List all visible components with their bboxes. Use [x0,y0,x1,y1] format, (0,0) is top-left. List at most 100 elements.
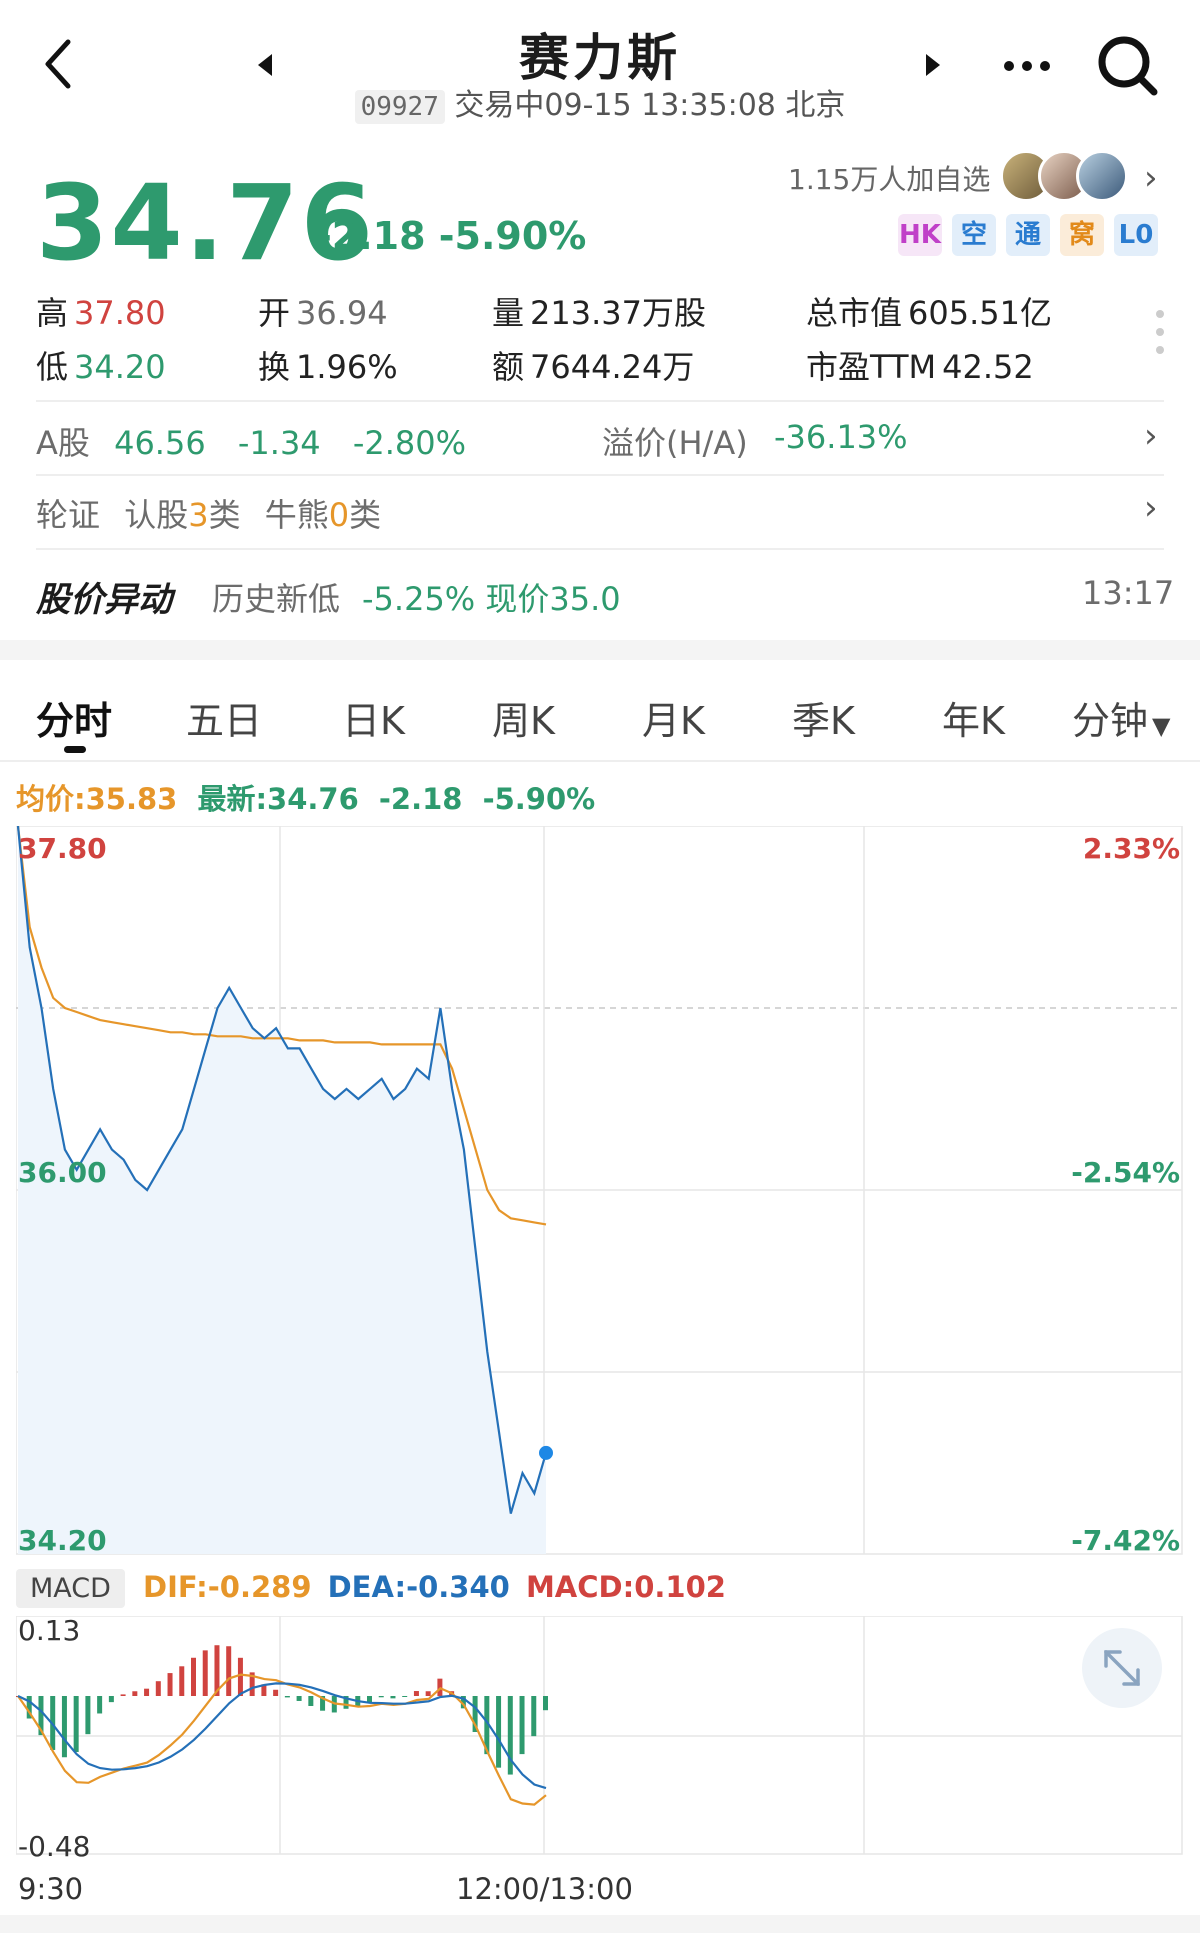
stat-mktcap-label: 总市值 [806,294,903,332]
time-axis-start: 9:30 [18,1872,84,1906]
alert-text-prefix: 历史新低 [212,580,341,618]
badge-nest: 窝 [1060,214,1104,256]
next-stock-icon[interactable] [922,52,944,82]
stats-more-icon[interactable] [1154,308,1166,360]
macd-bar [531,1696,537,1737]
macd-bar [73,1696,79,1752]
macd-bar [167,1673,173,1696]
expand-chart-button[interactable] [1082,1628,1162,1708]
macd-bar [378,1696,384,1698]
call-warrants-label: 认股 [124,496,189,534]
macd-bar [425,1691,431,1696]
change-percent: -5.90% [438,214,587,258]
cbbc-label: 牛熊 [264,496,329,534]
macd-bar [402,1696,408,1697]
warrants-row[interactable]: 轮证 认股3类 牛熊0类 › [36,488,1164,538]
stat-low: 低 34.20 [36,342,166,388]
price-alert-row[interactable]: 股价异动 历史新低 -5.25% 现价35.0 13:17 [36,572,1174,622]
stat-high-label: 高 [36,294,69,332]
axis-price-top: 37.80 [18,832,107,865]
macd-bar [202,1650,208,1696]
tab-five-day[interactable]: 五日 [186,690,262,745]
stat-open-label: 开 [258,294,291,332]
macd-bar [85,1696,91,1735]
cbbc-suffix: 类 [349,496,382,534]
stat-turnover-value: 1.96% [296,348,398,386]
axis-pct-bottom: -7.42% [1071,1524,1180,1557]
stat-high-value: 37.80 [74,294,166,332]
stat-amount-label: 额 [492,348,525,386]
trading-status: 交易中 [454,88,545,123]
macd-bar [179,1666,185,1696]
a-share-row[interactable]: A股 46.56 -1.34 -2.80% 溢价(H/A) -36.13% › [36,416,1164,466]
stat-volume-value: 213.37万股 [530,294,706,332]
badge-connect: 通 [1006,214,1050,256]
macd-bar [155,1681,161,1696]
divider [36,548,1164,550]
chart-tabs: 分时 五日 日K 周K 月K 季K 年K 分钟 ▼ [0,660,1200,760]
chevron-right-icon: › [1144,488,1158,528]
a-share-price: 46.56 [114,424,206,462]
macd-tag[interactable]: MACD [16,1569,125,1608]
macd-dea: DEA:-0.340 [327,1570,510,1604]
stat-volume: 量 213.37万股 [492,288,706,334]
tab-minute-label: 分钟 [1072,699,1149,743]
divider [0,760,1200,762]
tab-monthly-k[interactable]: 月K [642,690,705,745]
tab-weekly-k[interactable]: 周K [492,690,555,745]
axis-price-bottom: 34.20 [18,1524,107,1557]
badge-level: L0 [1114,214,1158,256]
macd-grid [16,1616,1183,1855]
macd-chart[interactable] [16,1616,1184,1856]
more-icon[interactable] [1002,58,1052,77]
stat-pe-label: 市盈TTM [806,348,937,386]
chevron-right-icon[interactable]: › [1144,158,1158,198]
stat-mktcap: 总市值 605.51亿 [806,288,1052,334]
macd-bar [226,1646,232,1696]
macd-bar [284,1696,290,1698]
expand-icon [1104,1650,1140,1686]
a-share-label: A股 [36,424,90,462]
legend-change: -2.18 [378,782,463,816]
macd-header: MACD DIF:-0.289 DEA:-0.340 MACD:0.102 [16,1569,726,1608]
intraday-chart[interactable] [16,826,1184,1556]
tab-daily-k[interactable]: 日K [342,690,405,745]
badge-short: 空 [952,214,996,256]
search-icon[interactable] [1096,34,1160,102]
badge-hk: HK [898,214,942,256]
call-warrants-count: 3 [188,496,209,534]
stat-amount-value: 7644.24万 [530,348,695,386]
stat-low-value: 34.20 [74,348,166,386]
last-price-marker [539,1445,553,1460]
chart-legend: 均价:35.83 最新:34.76 -2.18 -5.90% [16,776,595,818]
stat-pe-value: 42.52 [942,348,1034,386]
macd-bar [191,1657,196,1696]
stat-volume-label: 量 [492,294,525,332]
macd-histogram [16,1645,548,1775]
watchlist-count[interactable]: 1.15万人加自选 [788,158,990,198]
legend-avg: 均价:35.83 [16,782,178,816]
macd-bar [144,1688,150,1696]
stat-turnover: 换 1.96% [258,342,398,388]
caret-down-icon: ▼ [1152,712,1171,740]
tab-intraday[interactable]: 分时 [36,690,112,745]
tab-quarterly-k[interactable]: 季K [792,690,855,745]
stat-high: 高 37.80 [36,288,166,334]
macd-bar [237,1657,243,1696]
stat-low-label: 低 [36,348,69,386]
tab-yearly-k[interactable]: 年K [942,690,1005,745]
alert-title: 股价异动 [36,580,172,620]
bottom-bar [0,1915,1200,1933]
premium-label: 溢价(H/A) [602,424,748,462]
active-tab-indicator [64,746,86,753]
price-area-fill [18,826,546,1554]
cbbc-count: 0 [328,496,350,534]
macd-axis-bottom: -0.48 [18,1830,91,1863]
change-value: -2.18 [316,214,426,258]
legend-change-pct: -5.90% [482,782,596,816]
tab-minute[interactable]: 分钟 ▼ [1072,690,1170,745]
call-warrants-suffix: 类 [208,496,241,534]
watcher-avatars[interactable] [1000,150,1130,204]
macd-bar [132,1691,138,1696]
macd-bar [120,1694,126,1696]
